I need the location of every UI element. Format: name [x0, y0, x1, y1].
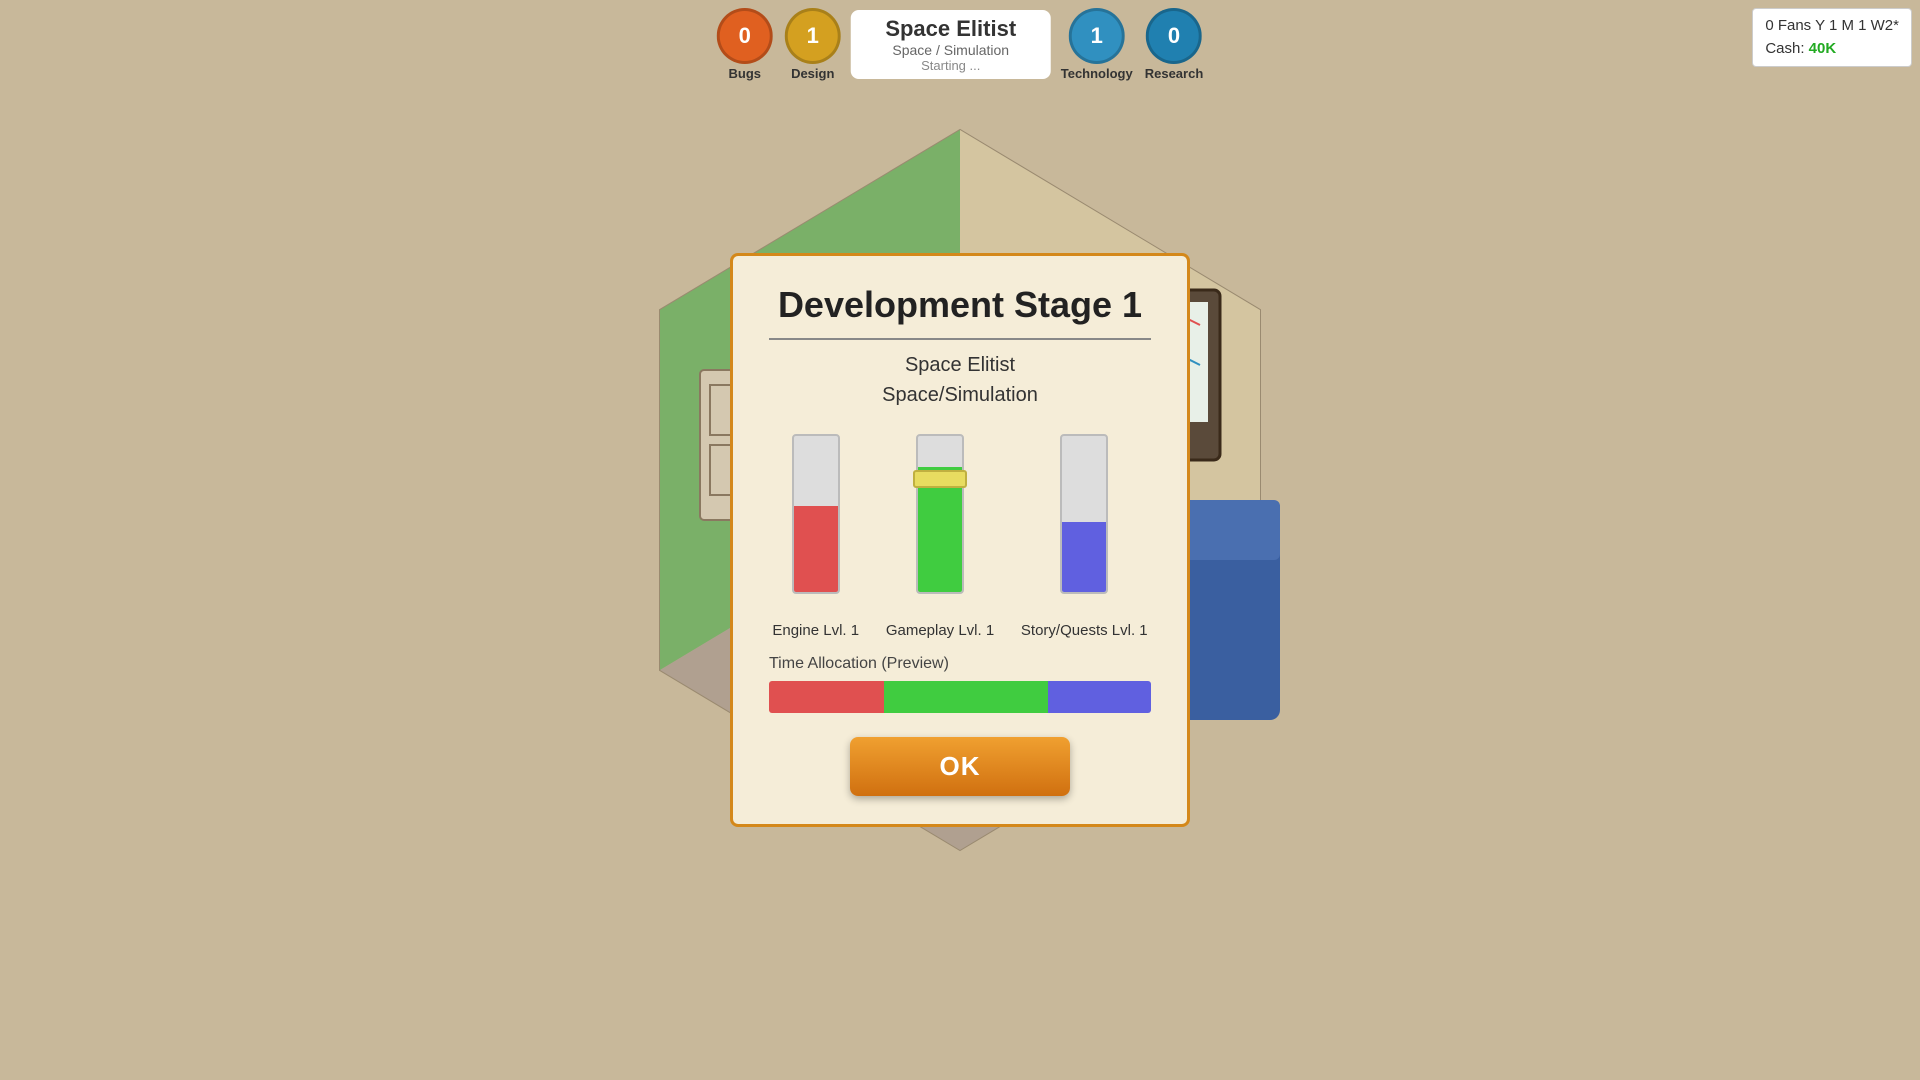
- dialog-game-title: Space Elitist: [769, 350, 1151, 380]
- time-allocation-section: Time Allocation (Preview): [769, 655, 1151, 713]
- sliders-container: Engine Lvl. 1 Gameplay Lvl. 1: [769, 434, 1151, 639]
- time-bar-story: [1048, 681, 1151, 713]
- engine-slider-track: [792, 434, 840, 594]
- time-bar-gameplay: [884, 681, 1048, 713]
- engine-slider-fill: [794, 506, 838, 592]
- modal-overlay: Development Stage 1 Space Elitist Space/…: [0, 0, 1920, 1080]
- development-stage-dialog: Development Stage 1 Space Elitist Space/…: [730, 253, 1190, 827]
- engine-slider-col: Engine Lvl. 1: [772, 434, 859, 639]
- time-allocation-label: Time Allocation (Preview): [769, 655, 1151, 673]
- ok-button[interactable]: OK: [850, 737, 1070, 796]
- dialog-title: Development Stage 1: [769, 284, 1151, 340]
- time-bar-container: [769, 681, 1151, 713]
- story-slider-track-container[interactable]: [1054, 434, 1114, 614]
- story-slider-fill: [1062, 522, 1106, 592]
- dialog-game-name: Space Elitist Space/Simulation: [769, 350, 1151, 410]
- engine-slider-track-container[interactable]: [786, 434, 846, 614]
- gameplay-slider-col: Gameplay Lvl. 1: [886, 434, 994, 639]
- gameplay-slider-track: [916, 434, 964, 594]
- dialog-game-genre: Space/Simulation: [769, 380, 1151, 410]
- gameplay-slider-label: Gameplay Lvl. 1: [886, 622, 994, 639]
- gameplay-slider-track-container[interactable]: [910, 434, 970, 614]
- engine-slider-label: Engine Lvl. 1: [772, 622, 859, 639]
- time-bar-engine: [769, 681, 884, 713]
- story-slider-track: [1060, 434, 1108, 594]
- story-slider-col: Story/Quests Lvl. 1: [1021, 434, 1148, 639]
- story-slider-label: Story/Quests Lvl. 1: [1021, 622, 1148, 639]
- gameplay-slider-handle[interactable]: [913, 470, 967, 488]
